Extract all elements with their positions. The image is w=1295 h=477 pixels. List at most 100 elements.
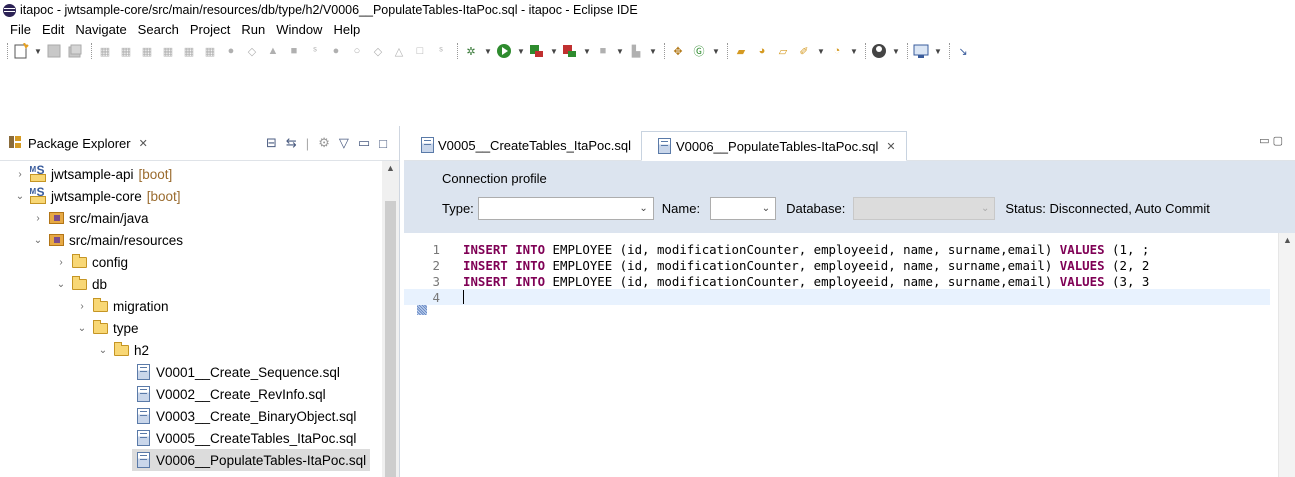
stop-dropdown-icon[interactable]: ▼ — [616, 47, 624, 56]
scroll-up-icon[interactable]: ▲ — [386, 163, 395, 173]
external-tools-dropdown-icon[interactable]: ▼ — [583, 47, 591, 56]
tree-item-sql-file[interactable]: V0005__CreateTables_ItaPoc.sql — [134, 427, 356, 449]
menu-file[interactable]: File — [10, 22, 31, 37]
profile-dropdown-icon[interactable]: ▼ — [892, 47, 900, 56]
scroll-up-icon[interactable]: ▲ — [1283, 235, 1292, 245]
small-circle-icon[interactable]: ○ — [349, 43, 365, 59]
layout-icon-5[interactable]: ▦ — [181, 43, 197, 59]
console-icon[interactable] — [913, 43, 929, 59]
diamond-icon[interactable]: ◇ — [244, 43, 260, 59]
scroll-thumb[interactable] — [385, 201, 396, 477]
editor-scrollbar[interactable]: ▲ — [1278, 233, 1295, 477]
terminate-dropdown-icon[interactable]: ▼ — [649, 47, 657, 56]
type-select[interactable]: ⌄ — [477, 197, 654, 220]
layout-icon-6[interactable]: ▦ — [202, 43, 218, 59]
menu-project[interactable]: Project — [190, 22, 230, 37]
new-class-icon[interactable]: Ⓖ — [691, 43, 707, 59]
square-icon[interactable]: ■ — [286, 43, 302, 59]
tree-item-type[interactable]: ⌄ type — [76, 317, 139, 339]
menu-search[interactable]: Search — [138, 22, 179, 37]
run-dropdown-icon[interactable]: ▼ — [517, 47, 525, 56]
tree-item-sql-file[interactable]: V0003__Create_BinaryObject.sql — [134, 405, 356, 427]
menu-edit[interactable]: Edit — [42, 22, 64, 37]
new-dropdown-icon[interactable]: ▼ — [34, 47, 42, 56]
menu-run[interactable]: Run — [241, 22, 265, 37]
menu-help[interactable]: Help — [333, 22, 360, 37]
tree-item-sql-file-selected[interactable]: V0006__PopulateTables-ItaPoc.sql — [132, 449, 371, 471]
layout-icon-2[interactable]: ▦ — [118, 43, 134, 59]
new-icon[interactable] — [13, 43, 29, 59]
expand-arrow-icon[interactable]: › — [55, 257, 67, 268]
console-dropdown-icon[interactable]: ▼ — [934, 47, 942, 56]
tree-item-jwtsample-core[interactable]: ⌄ MS jwtsample-core [boot] — [14, 185, 181, 207]
collapse-arrow-icon[interactable]: ⌄ — [14, 191, 26, 202]
small-triangle-icon[interactable]: △ — [391, 43, 407, 59]
search-tool-icon[interactable]: ✐ — [796, 43, 812, 59]
menu-window[interactable]: Window — [276, 22, 322, 37]
run-icon[interactable] — [496, 43, 512, 59]
link-with-editor-icon[interactable]: ⇆ — [286, 135, 297, 151]
bracket-icon[interactable]: ˢ — [307, 43, 323, 59]
tree-item-sql-file[interactable]: V0001__Create_Sequence.sql — [134, 361, 340, 383]
collapse-arrow-icon[interactable]: ⌄ — [32, 235, 44, 246]
tab-v0006[interactable]: V0006__PopulateTables-ItaPoc.sql ✕ — [640, 131, 907, 161]
code-line-current[interactable]: 4 — [404, 289, 1270, 305]
debug-icon[interactable]: ✲ — [463, 43, 479, 59]
package-explorer-scrollbar[interactable]: ▲ — [382, 161, 399, 477]
save-icon[interactable] — [46, 43, 62, 59]
new-class-dropdown-icon[interactable]: ▼ — [712, 47, 720, 56]
menu-navigate[interactable]: Navigate — [75, 22, 126, 37]
tree-item-src-main-java[interactable]: › src/main/java — [32, 207, 148, 229]
view-menu-icon[interactable]: ▽ — [339, 135, 349, 151]
terminate-icon[interactable]: ▙ — [628, 43, 644, 59]
expand-arrow-icon[interactable]: › — [32, 213, 44, 224]
small-bracket-icon[interactable]: ˢ — [433, 43, 449, 59]
open-folder-icon[interactable]: ▰ — [733, 43, 749, 59]
collapse-arrow-icon[interactable]: ⌄ — [55, 279, 67, 290]
run-config-dropdown-icon[interactable]: ▼ — [550, 47, 558, 56]
debug-dropdown-icon[interactable]: ▼ — [484, 47, 492, 56]
code-line[interactable]: 3 INSERT INTO EMPLOYEE (id, modification… — [404, 273, 1270, 289]
collapse-arrow-icon[interactable]: ⌄ — [76, 323, 88, 334]
close-icon[interactable]: ✕ — [139, 137, 148, 150]
layout-icon-1[interactable]: ▦ — [97, 43, 113, 59]
layout-icon-4[interactable]: ▦ — [160, 43, 176, 59]
expand-arrow-icon[interactable]: › — [14, 169, 26, 180]
expand-arrow-icon[interactable]: › — [76, 301, 88, 312]
collapse-arrow-icon[interactable]: ⌄ — [97, 345, 109, 356]
focus-icon[interactable]: ⚙ — [318, 135, 330, 151]
tree-item-src-main-resources[interactable]: ⌄ src/main/resources — [32, 229, 183, 251]
tree-item-migration[interactable]: › migration — [76, 295, 169, 317]
editor-minimize-icon[interactable]: ▭ ▢ — [1259, 134, 1283, 147]
layout-icon-3[interactable]: ▦ — [139, 43, 155, 59]
link-icon[interactable]: ↘ — [955, 43, 971, 59]
open-type-dropdown-icon[interactable]: ▼ — [850, 47, 858, 56]
tree-item-h2[interactable]: ⌄ h2 — [97, 339, 149, 361]
dot-icon[interactable]: ● — [328, 43, 344, 59]
close-tab-icon[interactable]: ✕ — [886, 140, 895, 153]
name-select[interactable]: ⌄ — [710, 197, 777, 220]
external-tools-icon[interactable] — [562, 43, 578, 59]
tree-item-db[interactable]: ⌄ db — [55, 273, 107, 295]
tab-v0005[interactable]: V0005__CreateTables_ItaPoc.sql — [404, 130, 641, 160]
small-diamond-icon[interactable]: ◇ — [370, 43, 386, 59]
sql-code-editor[interactable]: 1 INSERT INTO EMPLOYEE (id, modification… — [404, 233, 1295, 477]
maximize-icon[interactable]: □ — [379, 136, 387, 151]
code-line[interactable]: 2 INSERT INTO EMPLOYEE (id, modification… — [404, 257, 1270, 273]
profile-icon[interactable] — [871, 43, 887, 59]
stop-icon[interactable]: ■ — [595, 43, 611, 59]
database-select[interactable]: ⌄ — [853, 197, 996, 220]
tree-item-jwtsample-api[interactable]: › MS jwtsample-api [boot] — [14, 163, 172, 185]
code-line[interactable]: 1 INSERT INTO EMPLOYEE (id, modification… — [404, 241, 1270, 257]
small-square-icon[interactable]: □ — [412, 43, 428, 59]
open-project-icon[interactable]: ◕ — [754, 43, 770, 59]
run-config-icon[interactable] — [529, 43, 545, 59]
search-dropdown-icon[interactable]: ▼ — [817, 47, 825, 56]
open-type-icon[interactable]: ◔ — [829, 43, 845, 59]
tree-item-sql-file[interactable]: V0002__Create_RevInfo.sql — [134, 383, 326, 405]
triangle-icon[interactable]: ▲ — [265, 43, 281, 59]
minimize-icon[interactable]: ▭ — [358, 135, 370, 151]
save-all-icon[interactable] — [67, 43, 83, 59]
open-resource-icon[interactable]: ▱ — [775, 43, 791, 59]
collapse-all-icon[interactable]: ⊟ — [266, 135, 277, 151]
